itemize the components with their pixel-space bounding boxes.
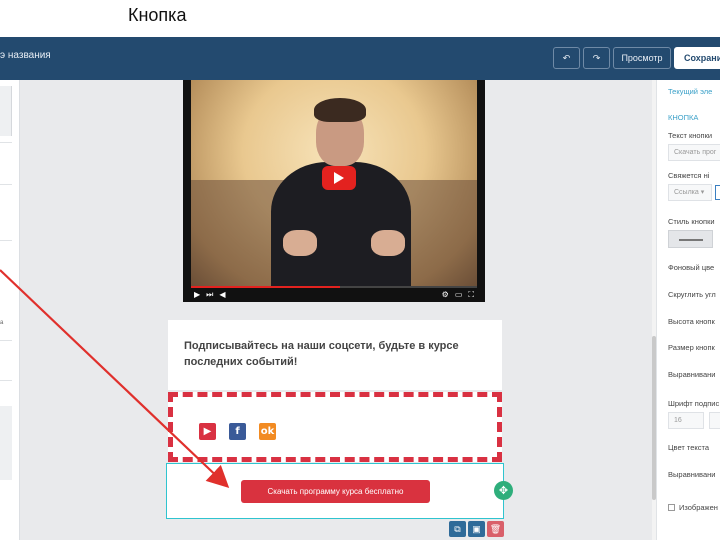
- undo-button[interactable]: ↶: [553, 47, 580, 69]
- background-color-label: Фоновый цве: [668, 263, 715, 272]
- button-text-input[interactable]: Скачать прог: [668, 144, 720, 161]
- fullscreen-icon[interactable]: ⛶: [468, 288, 474, 302]
- facebook-icon[interactable]: f: [229, 423, 246, 440]
- button-text-label: Текст кнопки: [668, 131, 713, 140]
- image-label: Изображен: [679, 503, 718, 512]
- left-panel-divider: [0, 240, 12, 241]
- video-person-hair: [314, 98, 366, 122]
- section-heading: КНОПКА: [668, 113, 699, 122]
- left-panel-divider: [0, 340, 12, 341]
- video-frame: [191, 80, 477, 286]
- left-panel-text: a: [0, 320, 4, 326]
- captions-icon[interactable]: ▭: [455, 288, 463, 302]
- properties-panel: Текущий эле КНОПКА Текст кнопки Скачать …: [656, 80, 720, 540]
- editor-toolbar: э названия ↶ ↷ Просмотр Сохрани: [0, 37, 720, 80]
- button-size-label: Размер кнопк: [668, 343, 715, 352]
- button-style-select[interactable]: [668, 230, 713, 248]
- image-checkbox[interactable]: [668, 504, 675, 511]
- delete-block-icon[interactable]: 🗑: [487, 521, 504, 537]
- font-size-input[interactable]: 16: [668, 412, 704, 429]
- button-block-selected[interactable]: Скачать программу курса бесплатно: [166, 463, 504, 519]
- video-controls: ▶ ⏭ ◀ ⚙ ▭ ⛶: [191, 288, 477, 302]
- move-handle-icon[interactable]: ✥: [494, 481, 513, 500]
- text-block[interactable]: Подписывайтесь на наши соцсети, будьте в…: [168, 320, 502, 390]
- text-alignment-label: Выравнивани: [668, 470, 716, 479]
- preview-button[interactable]: Просмотр: [613, 47, 671, 69]
- play-icon[interactable]: ▶: [194, 288, 200, 302]
- volume-icon[interactable]: ◀: [219, 288, 225, 302]
- current-element-label: Текущий эле: [668, 87, 713, 96]
- style-preview-line: [679, 239, 703, 241]
- next-icon[interactable]: ⏭: [206, 288, 213, 302]
- font-label: Шрифт подпис: [668, 399, 720, 408]
- save-button[interactable]: Сохрани: [674, 47, 720, 69]
- redo-icon: ↷: [592, 52, 601, 63]
- left-panel: a: [0, 80, 20, 540]
- video-person-hand: [371, 230, 405, 256]
- alignment-label: Выравнивани: [668, 370, 716, 379]
- redo-button[interactable]: ↷: [583, 47, 610, 69]
- link-option-toggle[interactable]: [715, 185, 720, 200]
- link-type-select[interactable]: Ссылка ▾: [668, 184, 712, 201]
- youtube-icon[interactable]: ▶: [199, 423, 216, 440]
- left-panel-divider: [0, 142, 12, 143]
- download-program-button[interactable]: Скачать программу курса бесплатно: [241, 480, 430, 503]
- left-panel-divider: [0, 380, 12, 381]
- link-label: Свяжется ні: [668, 171, 710, 180]
- left-panel-block[interactable]: [0, 86, 12, 136]
- round-corners-label: Скруглить угл: [668, 290, 716, 299]
- left-panel-divider: [0, 184, 12, 185]
- play-icon: [334, 172, 344, 184]
- slide-title: Кнопка: [128, 5, 187, 25]
- odnoklassniki-icon[interactable]: ok: [259, 423, 276, 440]
- video-player[interactable]: ▶ ⏭ ◀ ⚙ ▭ ⛶: [183, 80, 485, 302]
- left-panel-block[interactable]: [0, 406, 12, 480]
- document-title: э названия: [0, 50, 51, 61]
- font-weight-select[interactable]: [709, 412, 720, 429]
- text-color-label: Цвет текста: [668, 443, 710, 452]
- button-height-label: Высота кнопк: [668, 317, 715, 326]
- save-block-icon[interactable]: ▣: [468, 521, 485, 537]
- settings-icon[interactable]: ⚙: [442, 288, 449, 302]
- undo-icon: ↶: [562, 52, 571, 63]
- text-block-content: Подписывайтесь на наши соцсети, будьте в…: [184, 340, 459, 368]
- social-block[interactable]: ▶ f ok: [168, 392, 502, 462]
- video-person-hand: [283, 230, 317, 256]
- video-play-button[interactable]: [322, 166, 356, 190]
- button-style-label: Стиль кнопки: [668, 217, 715, 226]
- copy-block-icon[interactable]: ⧉: [449, 521, 466, 537]
